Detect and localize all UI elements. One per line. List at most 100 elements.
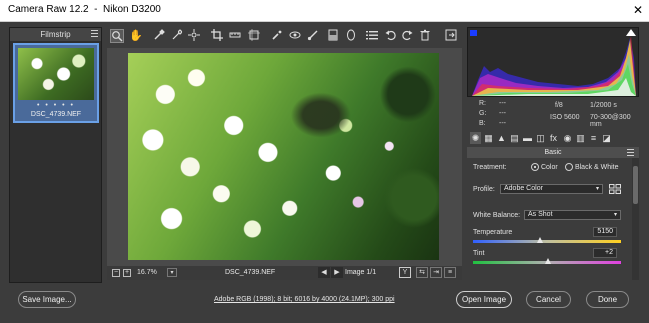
iso: ISO 5600 (550, 114, 580, 121)
temperature-slider[interactable] (473, 237, 621, 243)
zoom-out-button[interactable]: − (112, 269, 120, 277)
chevron-down-icon: ▾ (595, 186, 599, 192)
treatment-bw-option[interactable]: Black & White (565, 163, 619, 171)
workflow-options-link[interactable]: Adobe RGB (1998); 8 bit; 6016 by 4000 (2… (214, 296, 395, 303)
basic-panel: Treatment: Color Black & White Profile: … (467, 158, 632, 280)
crop-tool-icon[interactable] (210, 29, 224, 43)
basic-tab-icon[interactable]: ✺ (470, 132, 481, 144)
photo-preview[interactable] (128, 53, 439, 260)
filmstrip-title: Filmstrip (40, 30, 71, 39)
straighten-tool-icon[interactable] (228, 29, 242, 43)
chevron-down-icon: ▾ (613, 212, 617, 218)
bw-radio[interactable] (565, 163, 573, 171)
profile-label: Profile: (473, 186, 495, 193)
graduated-filter-tool-icon[interactable] (326, 29, 340, 43)
window-title: Camera Raw 12.2 - Nikon D3200 (8, 4, 161, 15)
copy-settings-icon[interactable]: ⇥ (430, 267, 442, 278)
rating-stars[interactable]: • • • • • (15, 102, 97, 109)
cancel-button[interactable]: Cancel (526, 291, 571, 308)
image-info: R: G: B: --- --- --- f/8 1/2000 s ISO 56… (467, 97, 639, 129)
hand-tool-icon[interactable]: ✋ (129, 29, 143, 43)
color-sampler-tool-icon[interactable] (170, 29, 184, 43)
close-icon[interactable]: ✕ (633, 3, 643, 17)
open-image-button[interactable]: Open Image (456, 291, 512, 308)
temperature-label: Temperature (473, 229, 513, 236)
layers-tab-icon[interactable]: ◪ (601, 132, 612, 144)
shutter-speed: 1/2000 s (590, 102, 617, 109)
profile-value: Adobe Color (504, 185, 543, 192)
tint-slider[interactable] (473, 258, 621, 264)
temperature-value[interactable]: 5150 (593, 227, 617, 237)
targeted-adjustment-tool-icon[interactable] (187, 29, 201, 43)
r-label: R: (479, 100, 486, 107)
aperture: f/8 (555, 102, 563, 109)
filmstrip-thumbnail[interactable]: • • • • • DSC_4739.NEF (13, 43, 99, 123)
split-toning-tab-icon[interactable]: ▬ (522, 132, 533, 144)
presets-tab-icon[interactable]: ▥ (575, 132, 586, 144)
tint-label: Tint (473, 250, 485, 257)
color-label: Color (540, 163, 558, 171)
filmstrip-menu-icon[interactable] (91, 30, 98, 38)
adjustment-brush-tool-icon[interactable] (306, 29, 320, 43)
treatment-color-option[interactable]: Color (531, 163, 558, 171)
color-radio[interactable] (531, 163, 539, 171)
fullscreen-toggle-icon[interactable] (444, 29, 458, 43)
done-button[interactable]: Done (586, 291, 629, 308)
camera-raw-window: Camera Raw 12.2 - Nikon D3200 ✕ Filmstri… (0, 0, 649, 323)
detail-tab-icon[interactable]: ▲ (496, 132, 507, 144)
image-count: Image 1/1 (345, 269, 377, 276)
current-file-name: DSC_4739.NEF (225, 269, 276, 276)
profile-select[interactable]: Adobe Color ▾ (500, 184, 603, 194)
rotate-cw-icon[interactable] (400, 29, 414, 43)
calibration-tab-icon[interactable]: ◉ (562, 132, 573, 144)
save-image-button[interactable]: Save Image... (18, 291, 76, 308)
hsl-tab-icon[interactable]: ▤ (509, 132, 520, 144)
r-value: --- (499, 100, 506, 107)
profile-browser-icon[interactable] (609, 184, 621, 196)
histogram-graph (472, 36, 636, 96)
image-preview-area (107, 48, 462, 266)
radial-filter-tool-icon[interactable] (344, 29, 358, 43)
before-after-view-button[interactable]: Y (399, 267, 411, 278)
toggle-defaults-icon[interactable]: ≡ (444, 267, 456, 278)
transform-tool-icon[interactable] (247, 29, 261, 43)
preview-status-bar: − + 16.7% ▾ DSC_4739.NEF ◀ ▶ Image 1/1 Y… (107, 266, 462, 280)
lens: 70-300@300 mm (590, 114, 631, 128)
b-value: --- (499, 120, 506, 127)
filmstrip-panel: Filmstrip • • • • • DSC_4739.NEF (9, 27, 102, 283)
title-bar: Camera Raw 12.2 - Nikon D3200 ✕ (0, 0, 649, 22)
white-balance-label: White Balance: (473, 212, 521, 219)
shadow-clipping-icon[interactable] (470, 30, 477, 36)
rotate-ccw-icon[interactable] (384, 29, 398, 43)
presets-list-icon[interactable] (365, 29, 379, 43)
tint-value[interactable]: +2 (593, 248, 617, 258)
snapshots-tab-icon[interactable]: ≡ (588, 132, 599, 144)
bw-label: Black & White (574, 163, 619, 171)
trash-icon[interactable] (418, 29, 432, 43)
rgb-values: --- --- --- (499, 99, 506, 129)
next-image-button[interactable]: ▶ (331, 267, 343, 278)
panel-menu-icon[interactable] (627, 149, 634, 158)
g-label: G: (479, 110, 487, 117)
effects-tab-icon[interactable]: fx (548, 132, 559, 144)
red-eye-tool-icon[interactable] (288, 29, 302, 43)
prev-image-button[interactable]: ◀ (318, 267, 330, 278)
zoom-dropdown-icon[interactable]: ▾ (167, 268, 177, 277)
zoom-tool-icon[interactable] (110, 29, 124, 43)
swap-settings-icon[interactable]: ⇆ (416, 267, 428, 278)
zoom-in-button[interactable]: + (123, 269, 131, 277)
spot-removal-tool-icon[interactable] (270, 29, 284, 43)
tint-slider-knob[interactable] (545, 258, 552, 264)
panel-tabs: ✺ ▦ ▲ ▤ ▬ ◫ fx ◉ ▥ ≡ ◪ (467, 131, 639, 146)
treatment-label: Treatment: (473, 164, 507, 171)
tone-curve-tab-icon[interactable]: ▦ (483, 132, 494, 144)
temperature-slider-knob[interactable] (536, 237, 543, 243)
panel-scrollbar[interactable] (632, 158, 639, 280)
histogram (467, 27, 639, 97)
b-label: B: (479, 120, 486, 127)
highlight-clipping-icon[interactable] (626, 29, 636, 36)
lens-corrections-tab-icon[interactable]: ◫ (535, 132, 546, 144)
white-balance-select[interactable]: As Shot ▾ (524, 210, 621, 220)
thumbnail-filename: DSC_4739.NEF (30, 111, 82, 118)
white-balance-tool-icon[interactable] (152, 29, 166, 43)
